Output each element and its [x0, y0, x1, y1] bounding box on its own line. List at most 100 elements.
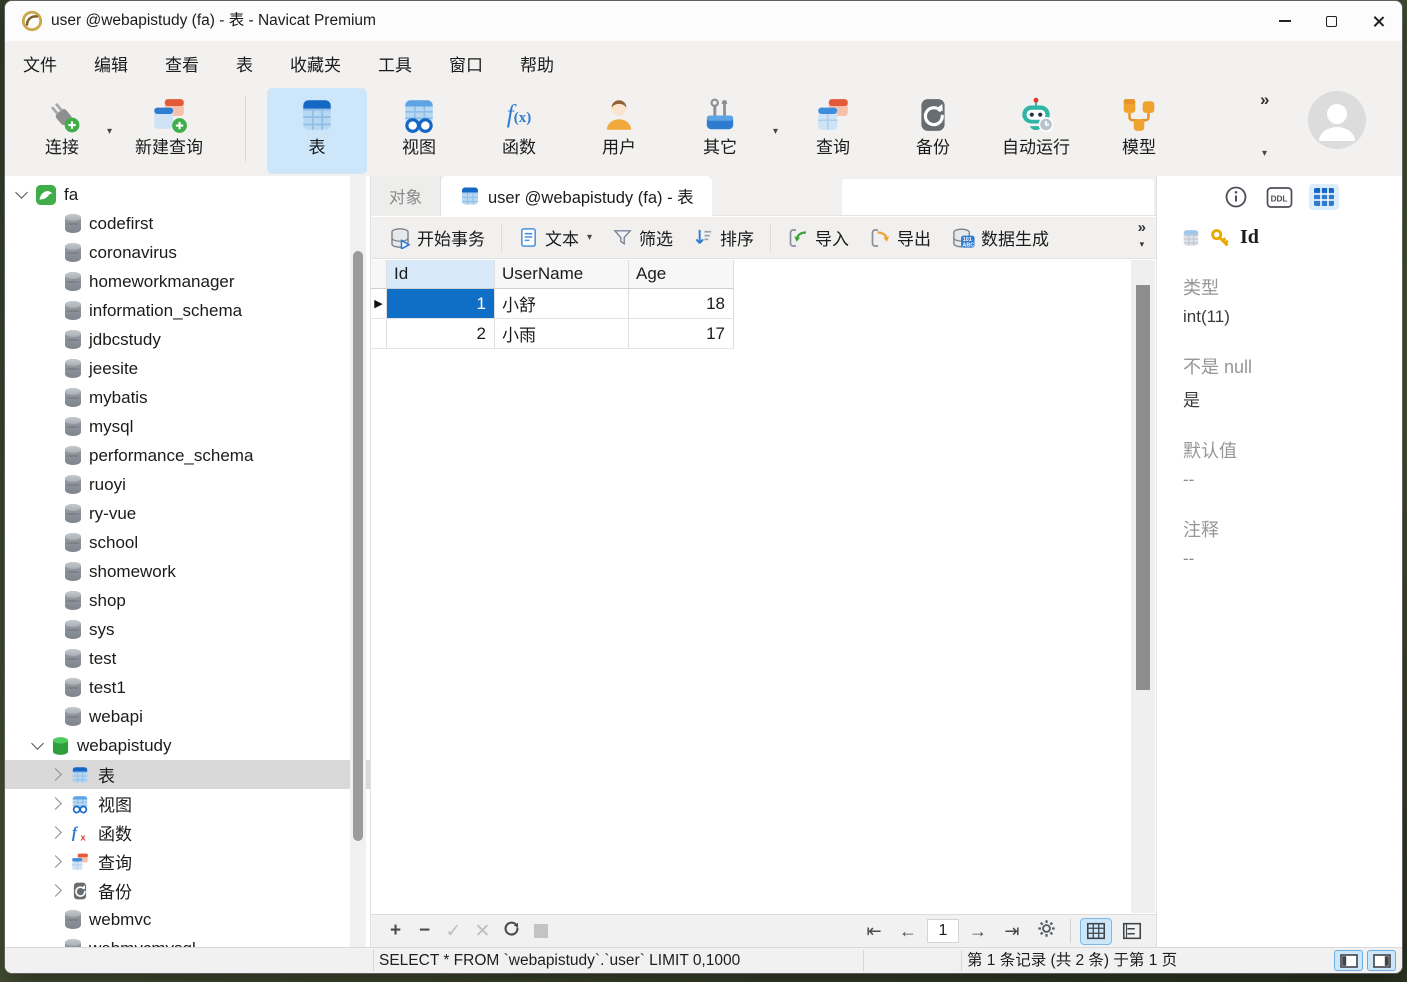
tree-item-views[interactable]: 视图	[5, 789, 370, 818]
tab-objects[interactable]: 对象	[371, 176, 441, 216]
menu-item[interactable]: 文件	[23, 51, 57, 76]
views-button[interactable]: 视图	[369, 88, 469, 174]
model-button[interactable]: 模型	[1091, 88, 1187, 174]
row-selector-cell[interactable]: ▶	[371, 289, 387, 319]
last-record-button[interactable]: ⇥	[997, 921, 1027, 942]
tree-item-connection[interactable]: fa	[5, 180, 370, 209]
tree-item-database[interactable]: jdbcstudy	[5, 325, 370, 354]
first-record-button[interactable]: ⇤	[859, 921, 889, 942]
grid-cell[interactable]: 18	[629, 289, 734, 319]
tree-item-database[interactable]: mybatis	[5, 383, 370, 412]
table-toolbar-down-caret[interactable]: ▾	[1138, 237, 1146, 251]
settings-gear-button[interactable]	[1031, 919, 1061, 943]
data-generation-button[interactable]: 101 ABC 数据生成	[941, 221, 1059, 255]
ddl-tab-button[interactable]: DDL	[1265, 184, 1295, 210]
grid-view-button[interactable]	[1080, 917, 1112, 945]
grid-scrollbar-thumb[interactable]	[1136, 285, 1150, 690]
tree-item-backups[interactable]: 备份	[5, 876, 370, 905]
sort-button[interactable]: 排序	[683, 221, 764, 255]
export-button[interactable]: 导出	[859, 221, 941, 255]
grid-cell[interactable]: 17	[629, 319, 734, 349]
users-button[interactable]: 用户	[569, 88, 669, 174]
grid-scrollbar[interactable]	[1131, 260, 1155, 913]
text-button[interactable]: 文本 ▾	[508, 221, 602, 255]
menu-item[interactable]: 工具	[378, 51, 412, 76]
functions-button[interactable]: f(x) 函数	[469, 88, 569, 174]
tree-item-queries[interactable]: 查询	[5, 847, 370, 876]
toolbar-overflow-chevron[interactable]: »	[1260, 90, 1269, 110]
refresh-button[interactable]	[497, 920, 526, 943]
grid-cell[interactable]: 小雨	[495, 319, 629, 349]
menu-item[interactable]: 编辑	[94, 51, 128, 76]
toggle-right-panel-button[interactable]	[1367, 950, 1396, 971]
tree-item-database[interactable]: information_schema	[5, 296, 370, 325]
apply-changes-button[interactable]: ✓	[439, 920, 468, 943]
previous-record-button[interactable]: ←	[893, 921, 923, 942]
tree-item-webapistudy[interactable]: webapistudy	[5, 731, 370, 760]
toggle-left-panel-button[interactable]	[1334, 950, 1363, 971]
table-toolbar-overflow-chevron[interactable]: »	[1138, 219, 1146, 237]
automation-button[interactable]: 自动运行	[981, 88, 1091, 174]
chevron-right-icon[interactable]	[49, 826, 62, 839]
menu-item[interactable]: 窗口	[449, 51, 483, 76]
columns-tab-button[interactable]	[1308, 184, 1339, 210]
grid-cell[interactable]: 2	[387, 319, 495, 349]
tree-item-database[interactable]: shomework	[5, 557, 370, 586]
tree-item-database[interactable]: performance_schema	[5, 441, 370, 470]
form-view-button[interactable]	[1116, 918, 1148, 945]
tree-item-database[interactable]: ruoyi	[5, 470, 370, 499]
tab-table-user[interactable]: user @webapistudy (fa) - 表	[441, 176, 712, 216]
menu-item[interactable]: 查看	[165, 51, 199, 76]
add-record-button[interactable]: +	[381, 920, 410, 942]
tree-item-database[interactable]: homeworkmanager	[5, 267, 370, 296]
grid-cell[interactable]: 1	[387, 289, 495, 319]
column-header-username[interactable]: UserName	[495, 260, 629, 289]
tree-item-database[interactable]: test1	[5, 673, 370, 702]
page-number-input[interactable]	[927, 919, 959, 943]
chevron-right-icon[interactable]	[49, 797, 62, 810]
tree-item-database[interactable]: webapi	[5, 702, 370, 731]
others-button[interactable]: 其它	[673, 88, 767, 174]
tree-item-database[interactable]: mysql	[5, 412, 370, 441]
begin-transaction-button[interactable]: 开始事务	[379, 221, 495, 255]
filter-button[interactable]: 筛选	[602, 221, 683, 255]
minimize-button[interactable]	[1261, 1, 1308, 41]
tree-item-database[interactable]: coronavirus	[5, 238, 370, 267]
others-dropdown-caret[interactable]: ▾	[773, 126, 778, 137]
stop-button[interactable]	[534, 924, 548, 938]
import-button[interactable]: 导入	[777, 221, 859, 255]
toolbar-down-caret[interactable]: ▾	[1262, 148, 1267, 159]
text-dropdown-caret[interactable]: ▾	[587, 232, 592, 243]
column-header-id[interactable]: Id	[387, 260, 495, 289]
tree-item-database[interactable]: school	[5, 528, 370, 557]
menu-item[interactable]: 表	[236, 51, 253, 76]
menu-item[interactable]: 帮助	[520, 51, 554, 76]
delete-record-button[interactable]: −	[410, 920, 439, 942]
chevron-right-icon[interactable]	[49, 768, 62, 781]
tree-item-database[interactable]: sys	[5, 615, 370, 644]
chevron-down-icon[interactable]	[15, 186, 28, 199]
next-record-button[interactable]: →	[963, 921, 993, 942]
chevron-right-icon[interactable]	[49, 884, 62, 897]
backup-button[interactable]: 备份	[885, 88, 981, 174]
tree-scrollbar[interactable]	[350, 176, 366, 947]
close-button[interactable]	[1355, 1, 1402, 41]
chevron-down-icon[interactable]	[31, 737, 44, 750]
info-tab-button[interactable]	[1221, 184, 1251, 210]
row-selector-cell[interactable]	[371, 319, 387, 349]
tree-item-database[interactable]: ry-vue	[5, 499, 370, 528]
maximize-button[interactable]	[1308, 1, 1355, 41]
chevron-right-icon[interactable]	[49, 855, 62, 868]
queries-button[interactable]: 查询	[785, 88, 881, 174]
connection-button[interactable]: 连接	[19, 88, 105, 174]
tree-item-database[interactable]: webmvc	[5, 905, 370, 934]
tree-item-database[interactable]: webmvcmysql	[5, 934, 370, 947]
column-header-age[interactable]: Age	[629, 260, 734, 289]
connection-dropdown-caret[interactable]: ▾	[107, 126, 112, 137]
menu-item[interactable]: 收藏夹	[290, 51, 341, 76]
discard-changes-button[interactable]: ✕	[468, 920, 497, 943]
tables-button[interactable]: 表	[267, 88, 367, 174]
tree-item-database[interactable]: jeesite	[5, 354, 370, 383]
tree-item-database[interactable]: test	[5, 644, 370, 673]
tree-item-tables[interactable]: 表	[5, 760, 370, 789]
